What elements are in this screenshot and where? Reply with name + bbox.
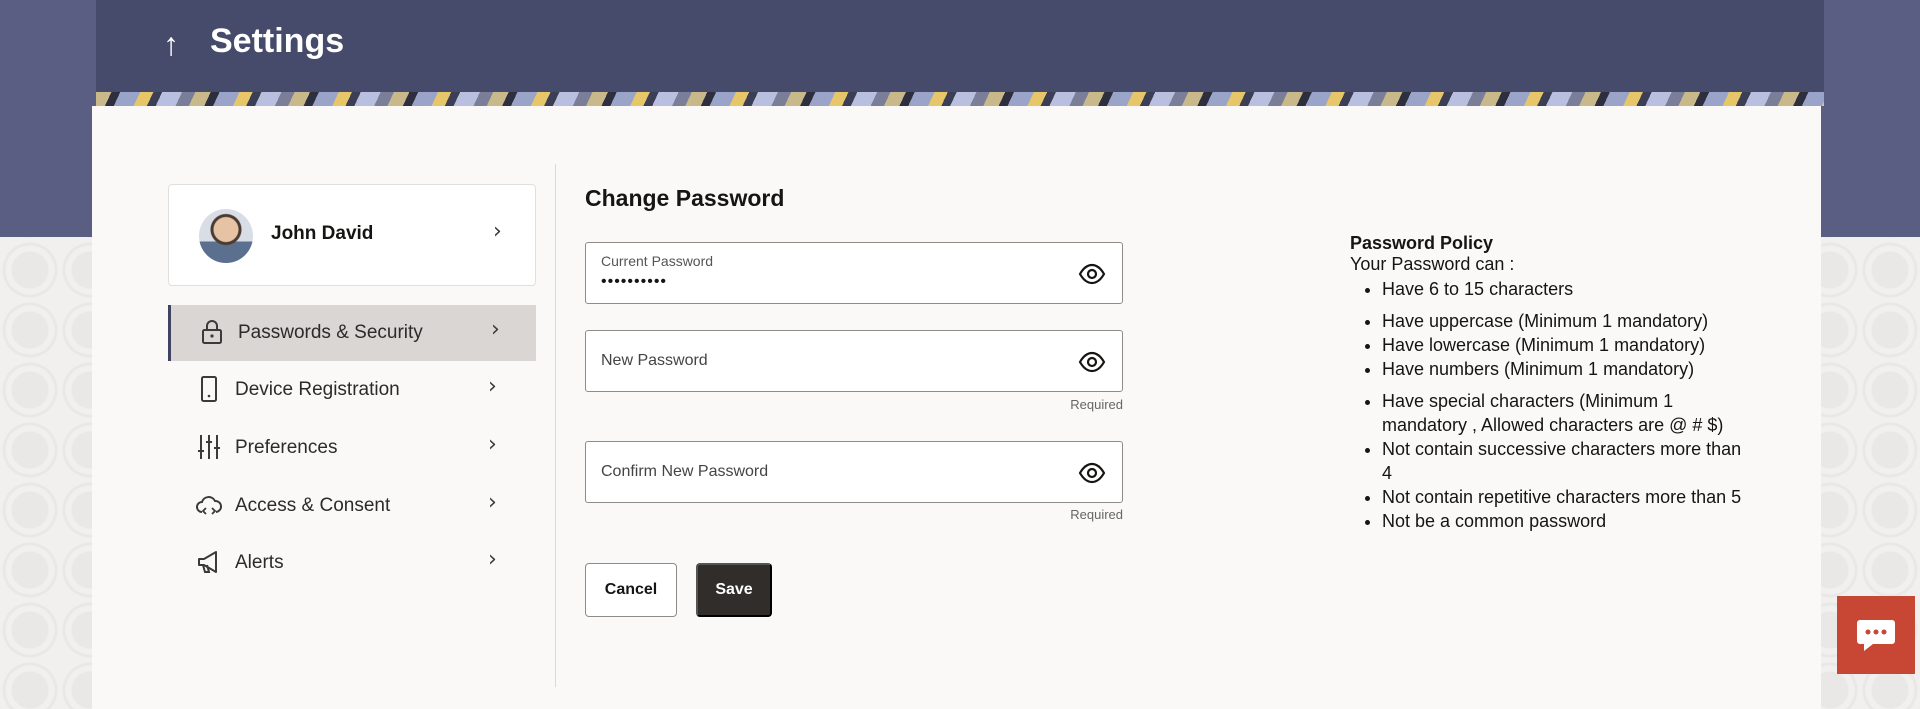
new-password-field[interactable]: New Password [585,330,1123,392]
sidebar-item-access-consent[interactable]: Access & Consent › [168,478,536,534]
section-title: Change Password [585,185,785,211]
cloud-access-icon [196,492,222,518]
policy-title: Password Policy [1350,233,1494,253]
eye-icon[interactable] [1078,459,1106,487]
page-header [96,0,1824,92]
list-item: Not contain successive characters more t… [1382,437,1750,485]
decorative-banner [96,92,1824,106]
confirm-password-field[interactable]: Confirm New Password [585,441,1123,503]
chevron-right-icon: › [491,317,500,342]
chevron-right-icon: › [488,547,497,572]
list-item: Not contain repetitive characters more t… [1382,485,1750,509]
field-label: Confirm New Password [601,463,769,480]
field-label: Current Password [601,253,714,269]
policy-intro: Your Password can : [1350,254,1515,274]
profile-card[interactable]: John David › [168,184,536,286]
arrow-up-icon[interactable]: ↑ [163,26,179,63]
required-helper-text: Required [1070,507,1123,522]
megaphone-icon [196,549,222,575]
eye-icon[interactable] [1078,260,1106,288]
chevron-right-icon: › [488,490,497,515]
chevron-right-icon: › [493,219,502,244]
field-label: New Password [601,352,708,369]
eye-icon[interactable] [1078,348,1106,376]
page-title: Settings [210,22,345,60]
sliders-icon [196,434,222,460]
sidebar-item-label: Preferences [235,437,338,458]
sidebar-item-preferences[interactable]: Preferences › [168,420,536,476]
sidebar-item-label: Alerts [235,552,284,573]
list-item: Have 6 to 15 characters [1382,277,1750,301]
policy-rules-list: Have 6 to 15 characters Have uppercase (… [1382,277,1750,533]
sidebar-item-passwords-security[interactable]: Passwords & Security › [168,305,536,361]
password-policy: Password Policy Your Password can : Have… [1350,233,1750,533]
save-button[interactable]: Save [696,563,772,617]
cancel-button[interactable]: Cancel [585,563,677,617]
lock-icon [199,319,225,345]
sidebar-item-label: Passwords & Security [238,322,423,343]
profile-name: John David [271,223,374,244]
sidebar-item-label: Access & Consent [235,495,391,516]
sidebar-item-label: Device Registration [235,379,400,400]
list-item: Have uppercase (Minimum 1 mandatory) [1382,309,1750,333]
list-item: Have lowercase (Minimum 1 mandatory) [1382,333,1750,357]
list-item: Have special characters (Minimum 1 manda… [1382,389,1750,437]
avatar [199,209,253,263]
chevron-right-icon: › [488,374,497,399]
list-item: Not be a common password [1382,509,1750,533]
mobile-device-icon [196,376,222,402]
sidebar-item-alerts[interactable]: Alerts › [168,535,536,591]
vertical-divider [555,164,556,687]
list-item: Have numbers (Minimum 1 mandatory) [1382,357,1750,381]
current-password-field[interactable]: Current Password •••••••••• [585,242,1123,304]
chat-icon [1857,620,1895,651]
password-value[interactable]: •••••••••• [601,273,667,291]
required-helper-text: Required [1070,397,1123,412]
chevron-right-icon: › [488,432,497,457]
sidebar-item-device-registration[interactable]: Device Registration › [168,362,536,418]
chat-button[interactable] [1837,596,1915,674]
